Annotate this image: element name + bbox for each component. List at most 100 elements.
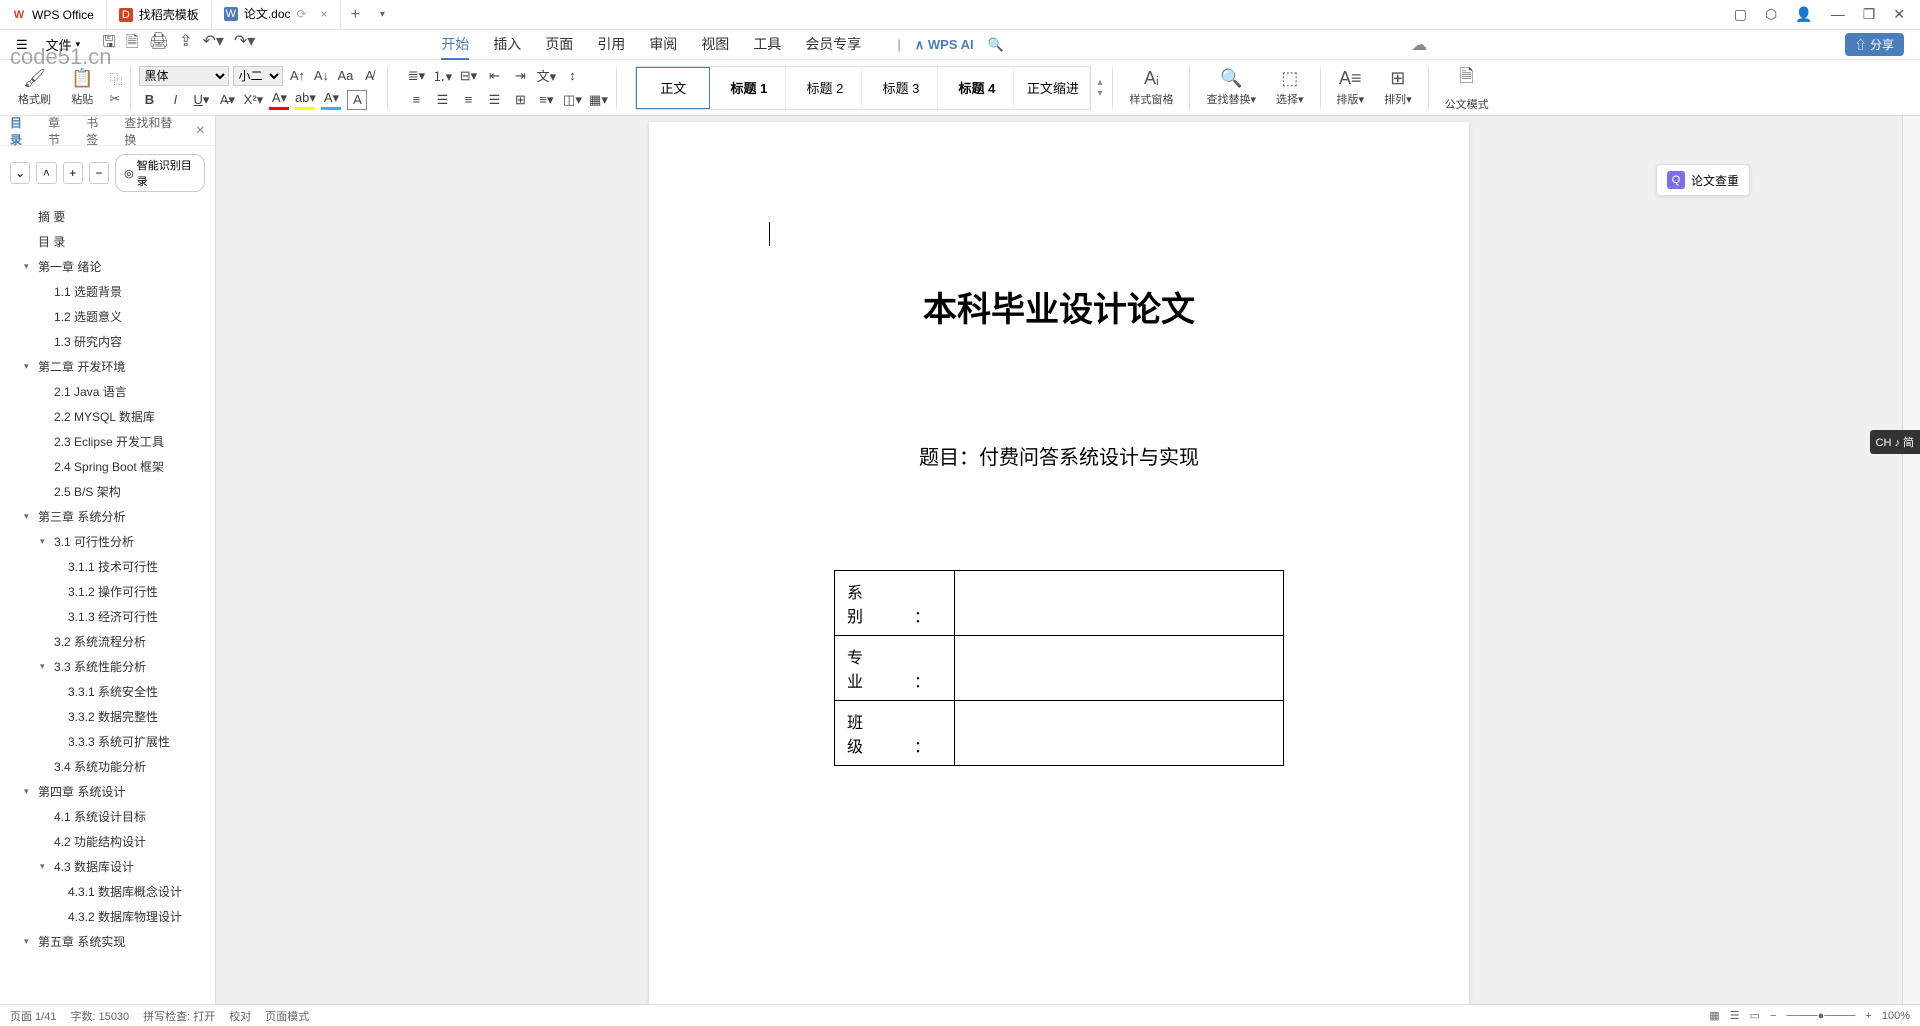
search-icon[interactable]: 🔍: [988, 37, 1004, 53]
ribbon-tab-view[interactable]: 视图: [701, 30, 729, 60]
outline-item[interactable]: 2.1 Java 语言: [10, 379, 215, 404]
bullets-icon[interactable]: ≣▾: [406, 66, 426, 86]
outline-item[interactable]: 3.4 系统功能分析: [10, 754, 215, 779]
zoom-slider[interactable]: ────●────: [1786, 1010, 1855, 1022]
sidebar-tab-toc[interactable]: 目录: [10, 114, 32, 148]
grow-font-icon[interactable]: A↑: [287, 66, 307, 86]
window-close-icon[interactable]: ✕: [1893, 6, 1905, 23]
wps-ai-button[interactable]: ∧ WPS AI: [915, 37, 974, 53]
style-indent[interactable]: 正文缩进: [1016, 67, 1090, 109]
view-print-icon[interactable]: ▦: [1709, 1009, 1719, 1022]
window-maximize-icon[interactable]: ❐: [1863, 6, 1876, 23]
print-icon[interactable]: 🖨: [149, 31, 169, 58]
status-page[interactable]: 页面 1/41: [10, 1008, 56, 1024]
style-heading2[interactable]: 标题 2: [788, 67, 862, 109]
smart-toc-button[interactable]: ◎智能识别目录: [115, 154, 205, 192]
status-mode[interactable]: 页面模式: [265, 1008, 309, 1024]
distribute-icon[interactable]: ⊞: [510, 90, 530, 110]
line-spacing-icon[interactable]: ≡▾: [536, 90, 556, 110]
change-case-icon[interactable]: Aa: [335, 66, 355, 86]
window-minimize-icon[interactable]: ―: [1831, 6, 1845, 23]
zoom-value[interactable]: 100%: [1882, 1010, 1910, 1022]
style-heading1[interactable]: 标题 1: [712, 67, 786, 109]
underline-button[interactable]: U▾: [191, 90, 211, 110]
sidebar-tab-bookmark[interactable]: 书签: [86, 114, 108, 148]
remove-level-button[interactable]: −: [89, 162, 109, 184]
shrink-font-icon[interactable]: A↓: [311, 66, 331, 86]
style-body[interactable]: 正文: [636, 67, 710, 109]
ribbon-tab-insert[interactable]: 插入: [493, 30, 521, 60]
outline-item[interactable]: 摘 要: [10, 204, 215, 229]
character-border-button[interactable]: A: [347, 90, 367, 110]
cut-icon[interactable]: ✂: [109, 91, 122, 107]
status-spell[interactable]: 拼写检查: 打开: [143, 1008, 215, 1024]
bold-button[interactable]: B: [139, 90, 159, 110]
ime-indicator[interactable]: CH ♪ 简: [1870, 430, 1920, 454]
arrange-button[interactable]: ⊞排列▾: [1376, 63, 1420, 113]
outline-item[interactable]: 3.1.2 操作可行性: [10, 579, 215, 604]
sidebar-close-icon[interactable]: ×: [196, 122, 205, 140]
tab-dropdown-icon[interactable]: ▾: [370, 9, 395, 20]
outline-item[interactable]: ▾4.3 数据库设计: [10, 854, 215, 879]
outline-item[interactable]: 4.3.1 数据库概念设计: [10, 879, 215, 904]
zoom-in-icon[interactable]: +: [1865, 1010, 1871, 1022]
font-size-select[interactable]: 小二: [233, 66, 283, 86]
style-pane-button[interactable]: Aᵢ样式窗格: [1121, 63, 1181, 113]
file-menu[interactable]: 文件▾: [40, 35, 87, 54]
document-canvas[interactable]: 本科毕业设计论文 题目：付费问答系统设计与实现 系 别： 专 业： 班 级：: [216, 116, 1902, 1004]
outline-item[interactable]: 3.3.3 系统可扩展性: [10, 729, 215, 754]
paper-check-badge[interactable]: Q 论文查重: [1656, 164, 1750, 196]
outline-item[interactable]: 1.3 研究内容: [10, 329, 215, 354]
window-tab-icon[interactable]: ▢: [1734, 6, 1747, 23]
layout-button[interactable]: A≡排版▾: [1329, 63, 1373, 113]
user-avatar-icon[interactable]: 👤: [1795, 6, 1812, 23]
writing-direction-icon[interactable]: 文▾: [536, 66, 556, 86]
outline-item[interactable]: 目 录: [10, 229, 215, 254]
sort-icon[interactable]: ↕: [562, 66, 582, 86]
italic-button[interactable]: I: [165, 90, 185, 110]
hamburger-menu[interactable]: ☰: [10, 37, 34, 53]
view-outline-icon[interactable]: ☰: [1730, 1009, 1740, 1022]
outline-item[interactable]: ▾3.1 可行性分析: [10, 529, 215, 554]
find-replace-button[interactable]: 🔍查找替换▾: [1198, 63, 1264, 113]
ribbon-tab-reference[interactable]: 引用: [597, 30, 625, 60]
shading-button[interactable]: A▾: [321, 90, 341, 110]
outline-item[interactable]: 3.2 系统流程分析: [10, 629, 215, 654]
outline-item[interactable]: ▾第三章 系统分析: [10, 504, 215, 529]
tab-template[interactable]: D 找稻壳模板: [107, 1, 212, 29]
outline-item[interactable]: 4.3.2 数据库物理设计: [10, 904, 215, 929]
sidebar-tab-chapter[interactable]: 章节: [48, 114, 70, 148]
outline-item[interactable]: ▾第一章 绪论: [10, 254, 215, 279]
clear-format-icon[interactable]: A̸: [359, 66, 379, 86]
export-icon[interactable]: ⇪: [179, 31, 192, 58]
outline-item[interactable]: ▾第五章 系统实现: [10, 929, 215, 954]
outline-item[interactable]: 3.3.2 数据完整性: [10, 704, 215, 729]
font-name-select[interactable]: 黑体: [139, 66, 229, 86]
document-page[interactable]: 本科毕业设计论文 题目：付费问答系统设计与实现 系 别： 专 业： 班 级：: [649, 122, 1469, 1004]
view-web-icon[interactable]: ▭: [1750, 1009, 1760, 1022]
paragraph-shading-icon[interactable]: ◫▾: [562, 90, 582, 110]
outline-item[interactable]: ▾第四章 系统设计: [10, 779, 215, 804]
tab-wps-home[interactable]: W WPS Office: [0, 1, 107, 29]
borders-icon[interactable]: ▦▾: [588, 90, 608, 110]
ribbon-tab-member[interactable]: 会员专享: [805, 30, 861, 60]
outline-item[interactable]: 3.3.1 系统安全性: [10, 679, 215, 704]
align-right-icon[interactable]: ≡: [458, 90, 478, 110]
paste-button[interactable]: 📋 粘贴: [63, 63, 101, 113]
cloud-icon[interactable]: ☁: [1411, 35, 1427, 55]
document-title[interactable]: 本科毕业设计论文: [729, 282, 1389, 331]
expand-button[interactable]: ˄: [36, 162, 56, 184]
outline-item[interactable]: 2.3 Eclipse 开发工具: [10, 429, 215, 454]
copy-icon[interactable]: ⿻: [109, 69, 122, 88]
ribbon-tab-page[interactable]: 页面: [545, 30, 573, 60]
select-button[interactable]: ⬚选择▾: [1268, 63, 1312, 113]
outline-item[interactable]: 1.1 选题背景: [10, 279, 215, 304]
document-subject[interactable]: 题目：付费问答系统设计与实现: [729, 441, 1389, 470]
collapse-all-button[interactable]: ⌄: [10, 162, 30, 184]
multilevel-icon[interactable]: ⊟▾: [458, 66, 478, 86]
tab-document[interactable]: W 论文.doc ⟳ ×: [212, 1, 341, 29]
format-painter-button[interactable]: 🖌 格式刷: [10, 63, 59, 113]
ribbon-tab-review[interactable]: 审阅: [649, 30, 677, 60]
add-level-button[interactable]: +: [63, 162, 83, 184]
tab-close-icon[interactable]: ×: [321, 7, 328, 21]
